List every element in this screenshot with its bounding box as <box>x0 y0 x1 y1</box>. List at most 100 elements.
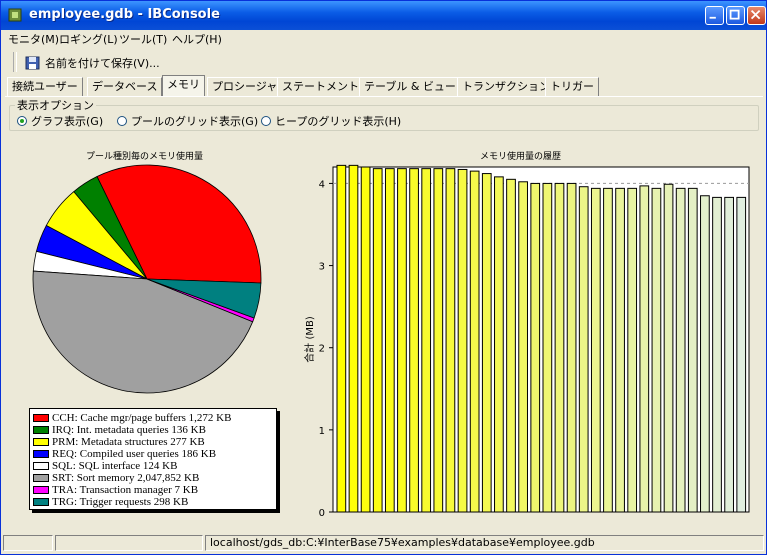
history-bar <box>566 182 577 513</box>
y-tick-label: 4 <box>319 179 325 190</box>
radio-graph-view[interactable]: グラフ表示(G) <box>17 113 103 129</box>
display-options-legend: 表示オプション <box>15 97 96 113</box>
status-path: localhost/gds_db:C:¥InterBase75¥examples… <box>205 535 764 551</box>
legend-item: SRT: Sort memory 2,047,852 KB <box>33 471 200 484</box>
legend-swatch <box>33 413 49 422</box>
history-bar <box>590 187 601 513</box>
legend-swatch <box>33 461 49 470</box>
pie-chart <box>32 164 262 394</box>
radio-label: グラフ表示(G) <box>31 115 104 128</box>
title-bar[interactable]: employee.gdb - IBConsole <box>1 1 766 30</box>
app-window: employee.gdb - IBConsole モニタ(M) ロギング(L) … <box>0 0 767 555</box>
history-bar <box>421 168 432 513</box>
history-bar <box>469 170 480 513</box>
legend-label: REQ: Compiled user queries 186 KB <box>52 447 217 460</box>
save-as-label: 名前を付けて保存(V)... <box>45 57 160 70</box>
save-as-button[interactable]: 名前を付けて保存(V)... <box>25 53 160 73</box>
tab-procedures[interactable]: プロシージャ <box>207 77 283 96</box>
legend-item: TRG: Trigger requests 298 KB <box>33 495 189 508</box>
history-bar <box>578 186 589 513</box>
radio-pool-grid-view[interactable]: プールのグリッド表示(G) <box>117 113 258 129</box>
radio-label: プールのグリッド表示(G) <box>131 115 259 128</box>
toolbar-grip <box>13 52 17 72</box>
legend-item: TRA: Transaction manager 7 KB <box>33 483 199 496</box>
radio-dot <box>117 116 127 126</box>
y-axis-label: 合計 (MB) <box>303 316 316 363</box>
tab-database[interactable]: データベース <box>87 77 163 96</box>
y-tick-label: 0 <box>319 508 325 519</box>
legend-swatch <box>33 449 49 458</box>
bar-plot-area <box>332 166 750 513</box>
close-icon <box>750 9 761 20</box>
legend-swatch <box>33 425 49 434</box>
app-icon <box>8 8 22 22</box>
history-bar <box>397 168 407 513</box>
history-bar <box>530 182 541 513</box>
history-bar <box>384 168 395 513</box>
toolbar: 名前を付けて保存(V)... <box>1 49 766 75</box>
pie-legend: CCH: Cache mgr/page buffers 1,272 KB IRQ:… <box>29 408 277 510</box>
history-bar <box>457 168 468 513</box>
legend-item: IRQ: Int. metadata queries 136 KB <box>33 423 206 436</box>
tab-memory[interactable]: メモリ <box>162 75 205 96</box>
legend-item: REQ: Compiled user queries 186 KB <box>33 447 217 460</box>
history-bar <box>542 182 553 513</box>
tab-connected-users[interactable]: 接続ユーザー <box>7 77 83 96</box>
save-icon <box>25 56 40 70</box>
status-cell-1 <box>3 535 53 551</box>
window-title: employee.gdb - IBConsole <box>29 7 220 22</box>
legend-item: CCH: Cache mgr/page buffers 1,272 KB <box>33 411 232 424</box>
legend-swatch <box>33 473 49 482</box>
legend-swatch <box>33 485 49 494</box>
legend-label: PRM: Metadata structures 277 KB <box>52 435 205 448</box>
legend-label: CCH: Cache mgr/page buffers 1,272 KB <box>52 411 232 424</box>
history-bar <box>433 168 444 513</box>
legend-label: SRT: Sort memory 2,047,852 KB <box>52 471 200 484</box>
history-bar <box>687 187 698 513</box>
history-bar <box>348 164 359 513</box>
history-bar <box>372 168 383 513</box>
maximize-icon <box>729 9 740 20</box>
history-bar <box>494 176 504 513</box>
legend-label: SQL: SQL interface 124 KB <box>52 459 178 472</box>
history-bar <box>712 196 722 513</box>
history-bar <box>360 166 371 513</box>
legend-swatch <box>33 497 49 506</box>
close-button[interactable] <box>747 6 766 25</box>
legend-label: TRA: Transaction manager 7 KB <box>52 483 199 496</box>
history-bar <box>639 185 650 513</box>
history-bar <box>409 168 419 513</box>
radio-dot <box>261 116 271 126</box>
minimize-button[interactable] <box>705 6 724 25</box>
tab-triggers[interactable]: トリガー <box>545 77 599 96</box>
history-bar <box>736 196 747 513</box>
legend-swatch <box>33 437 49 446</box>
pie-chart-title: プール種別毎のメモリ使用量 <box>86 152 204 162</box>
status-bar: localhost/gds_db:C:¥InterBase75¥examples… <box>3 533 764 553</box>
history-bar <box>603 187 613 513</box>
history-bar <box>481 173 492 513</box>
status-cell-2 <box>55 535 203 551</box>
menu-logging[interactable]: ロギング(L) <box>59 31 118 47</box>
minimize-icon <box>709 16 716 19</box>
tab-transactions[interactable]: トランザクション <box>457 77 555 96</box>
legend-label: IRQ: Int. metadata queries 136 KB <box>52 423 206 436</box>
legend-item: SQL: SQL interface 124 KB <box>33 459 178 472</box>
history-bar <box>700 195 710 513</box>
history-bar <box>506 178 516 513</box>
menu-help[interactable]: ヘルプ(H) <box>172 31 222 47</box>
radio-heap-grid-view[interactable]: ヒープのグリッド表示(H) <box>261 113 401 129</box>
history-bar <box>554 182 565 513</box>
menu-tools[interactable]: ツール(T) <box>119 31 167 47</box>
maximize-button[interactable] <box>726 6 745 25</box>
tab-tables-views[interactable]: テーブル & ビュー <box>359 77 461 96</box>
history-bar <box>651 187 662 513</box>
history-bar <box>663 183 674 513</box>
menu-monitor[interactable]: モニタ(M) <box>8 31 59 47</box>
tab-statements[interactable]: ステートメント <box>277 77 364 96</box>
history-bar <box>336 164 347 513</box>
history-bar <box>675 187 686 513</box>
menu-bar: モニタ(M) ロギング(L) ツール(T) ヘルプ(H) <box>1 29 766 47</box>
history-bar <box>724 196 734 513</box>
legend-label: TRG: Trigger requests 298 KB <box>52 495 189 508</box>
